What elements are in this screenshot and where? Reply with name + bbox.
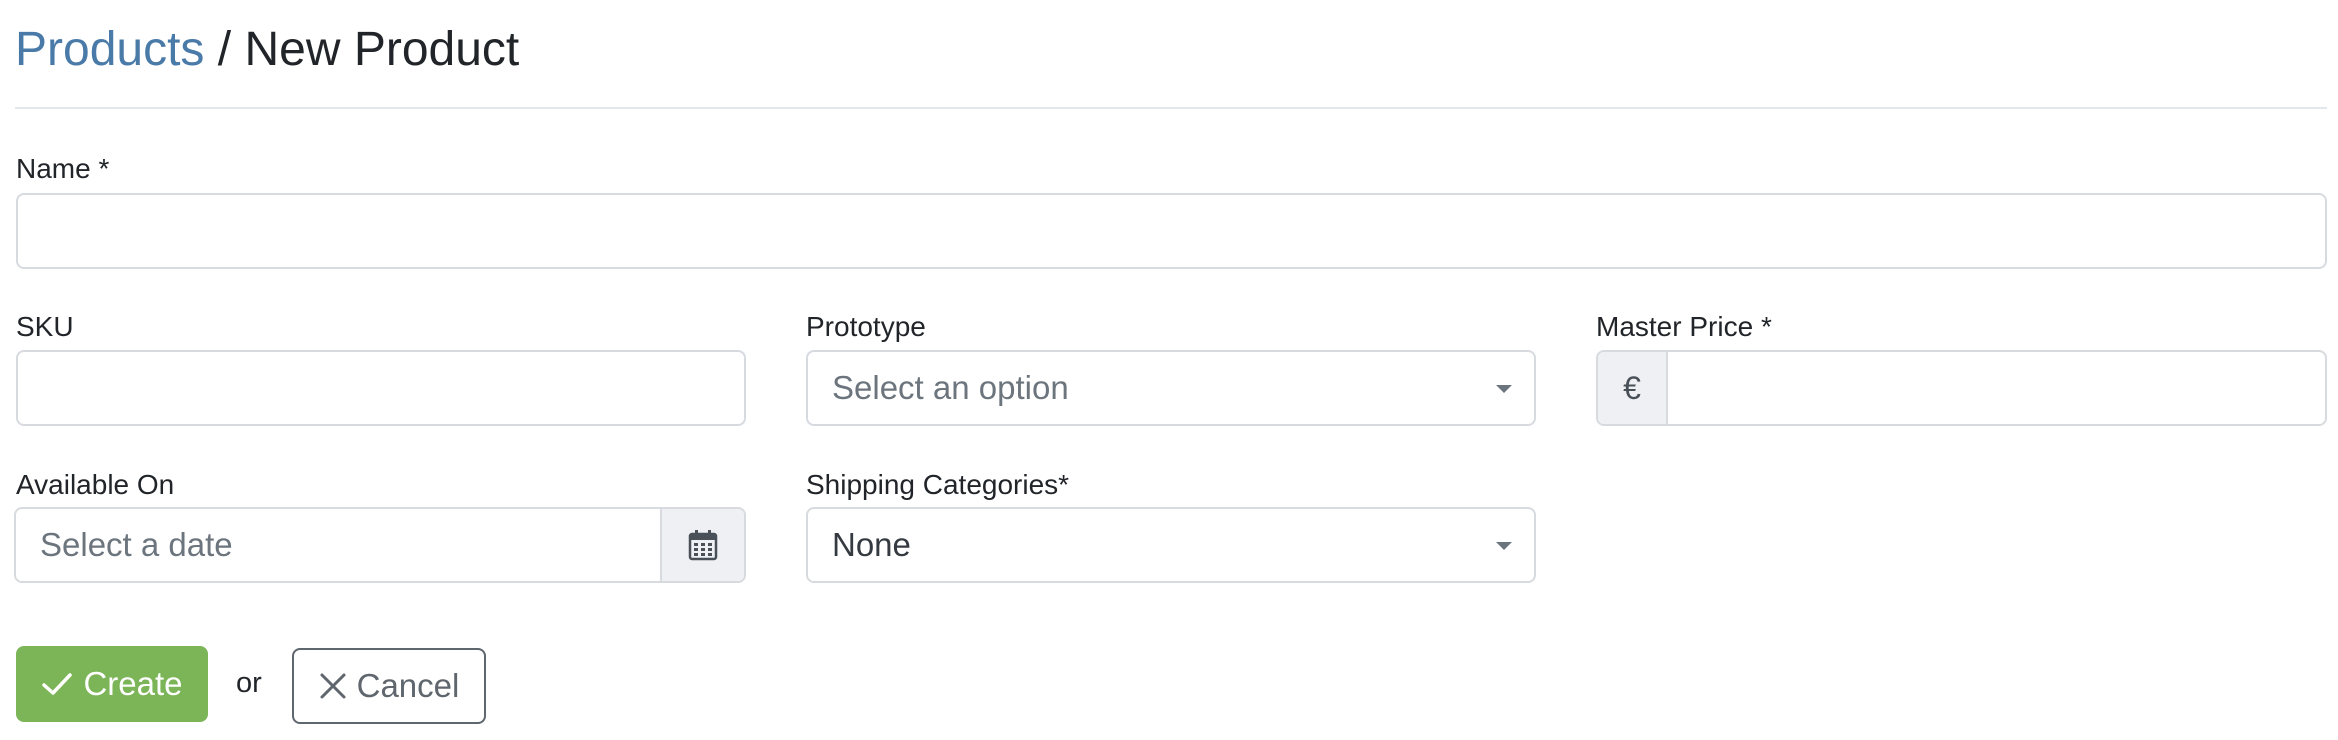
master-price-required-mark: * [1760, 311, 1772, 342]
master-price-label: Master Price * [1596, 310, 1772, 344]
master-price-label-text: Master Price [1596, 311, 1754, 342]
chevron-down-icon [1496, 542, 1512, 550]
create-button-label: Create [83, 665, 183, 702]
shipping-categories-select[interactable]: None [806, 507, 1536, 583]
master-price-input[interactable]: € [1596, 350, 2327, 426]
name-label-text: Name [16, 153, 91, 184]
sku-label: SKU [16, 311, 74, 342]
page-title: New Product [244, 23, 520, 76]
cancel-button[interactable]: Cancel [292, 648, 486, 724]
available-on-placeholder: Select a date [40, 526, 233, 563]
or-separator-text: or [236, 667, 262, 699]
prototype-select[interactable]: Select an option [806, 350, 1536, 426]
available-on-field[interactable]: Select a date [14, 507, 746, 583]
check-icon [42, 673, 73, 695]
new-product-page: Products / New Product Name * SKU Protot… [0, 0, 2338, 740]
name-input[interactable] [16, 193, 2327, 269]
name-required-mark: * [98, 153, 110, 184]
currency-addon: € [1598, 352, 1668, 424]
create-button[interactable]: Create [16, 646, 208, 722]
sku-input[interactable] [16, 350, 746, 426]
breadcrumb-products-link[interactable]: Products [15, 23, 204, 76]
close-icon [320, 673, 346, 699]
cancel-button-label: Cancel [356, 667, 460, 704]
euro-icon: € [1623, 369, 1641, 406]
calendar-icon [688, 530, 718, 561]
shipping-categories-label: Shipping Categories* [806, 469, 1070, 500]
header-divider [15, 107, 2327, 109]
prototype-label: Prototype [806, 311, 926, 342]
date-picker-button[interactable] [660, 509, 744, 581]
prototype-placeholder: Select an option [832, 369, 1069, 406]
breadcrumb: Products / New Product [15, 20, 519, 80]
available-on-label: Available On [16, 469, 175, 500]
chevron-down-icon [1496, 385, 1512, 393]
shipping-categories-selected: None [832, 526, 911, 563]
name-label: Name * [16, 152, 109, 186]
breadcrumb-separator: / [217, 23, 232, 76]
